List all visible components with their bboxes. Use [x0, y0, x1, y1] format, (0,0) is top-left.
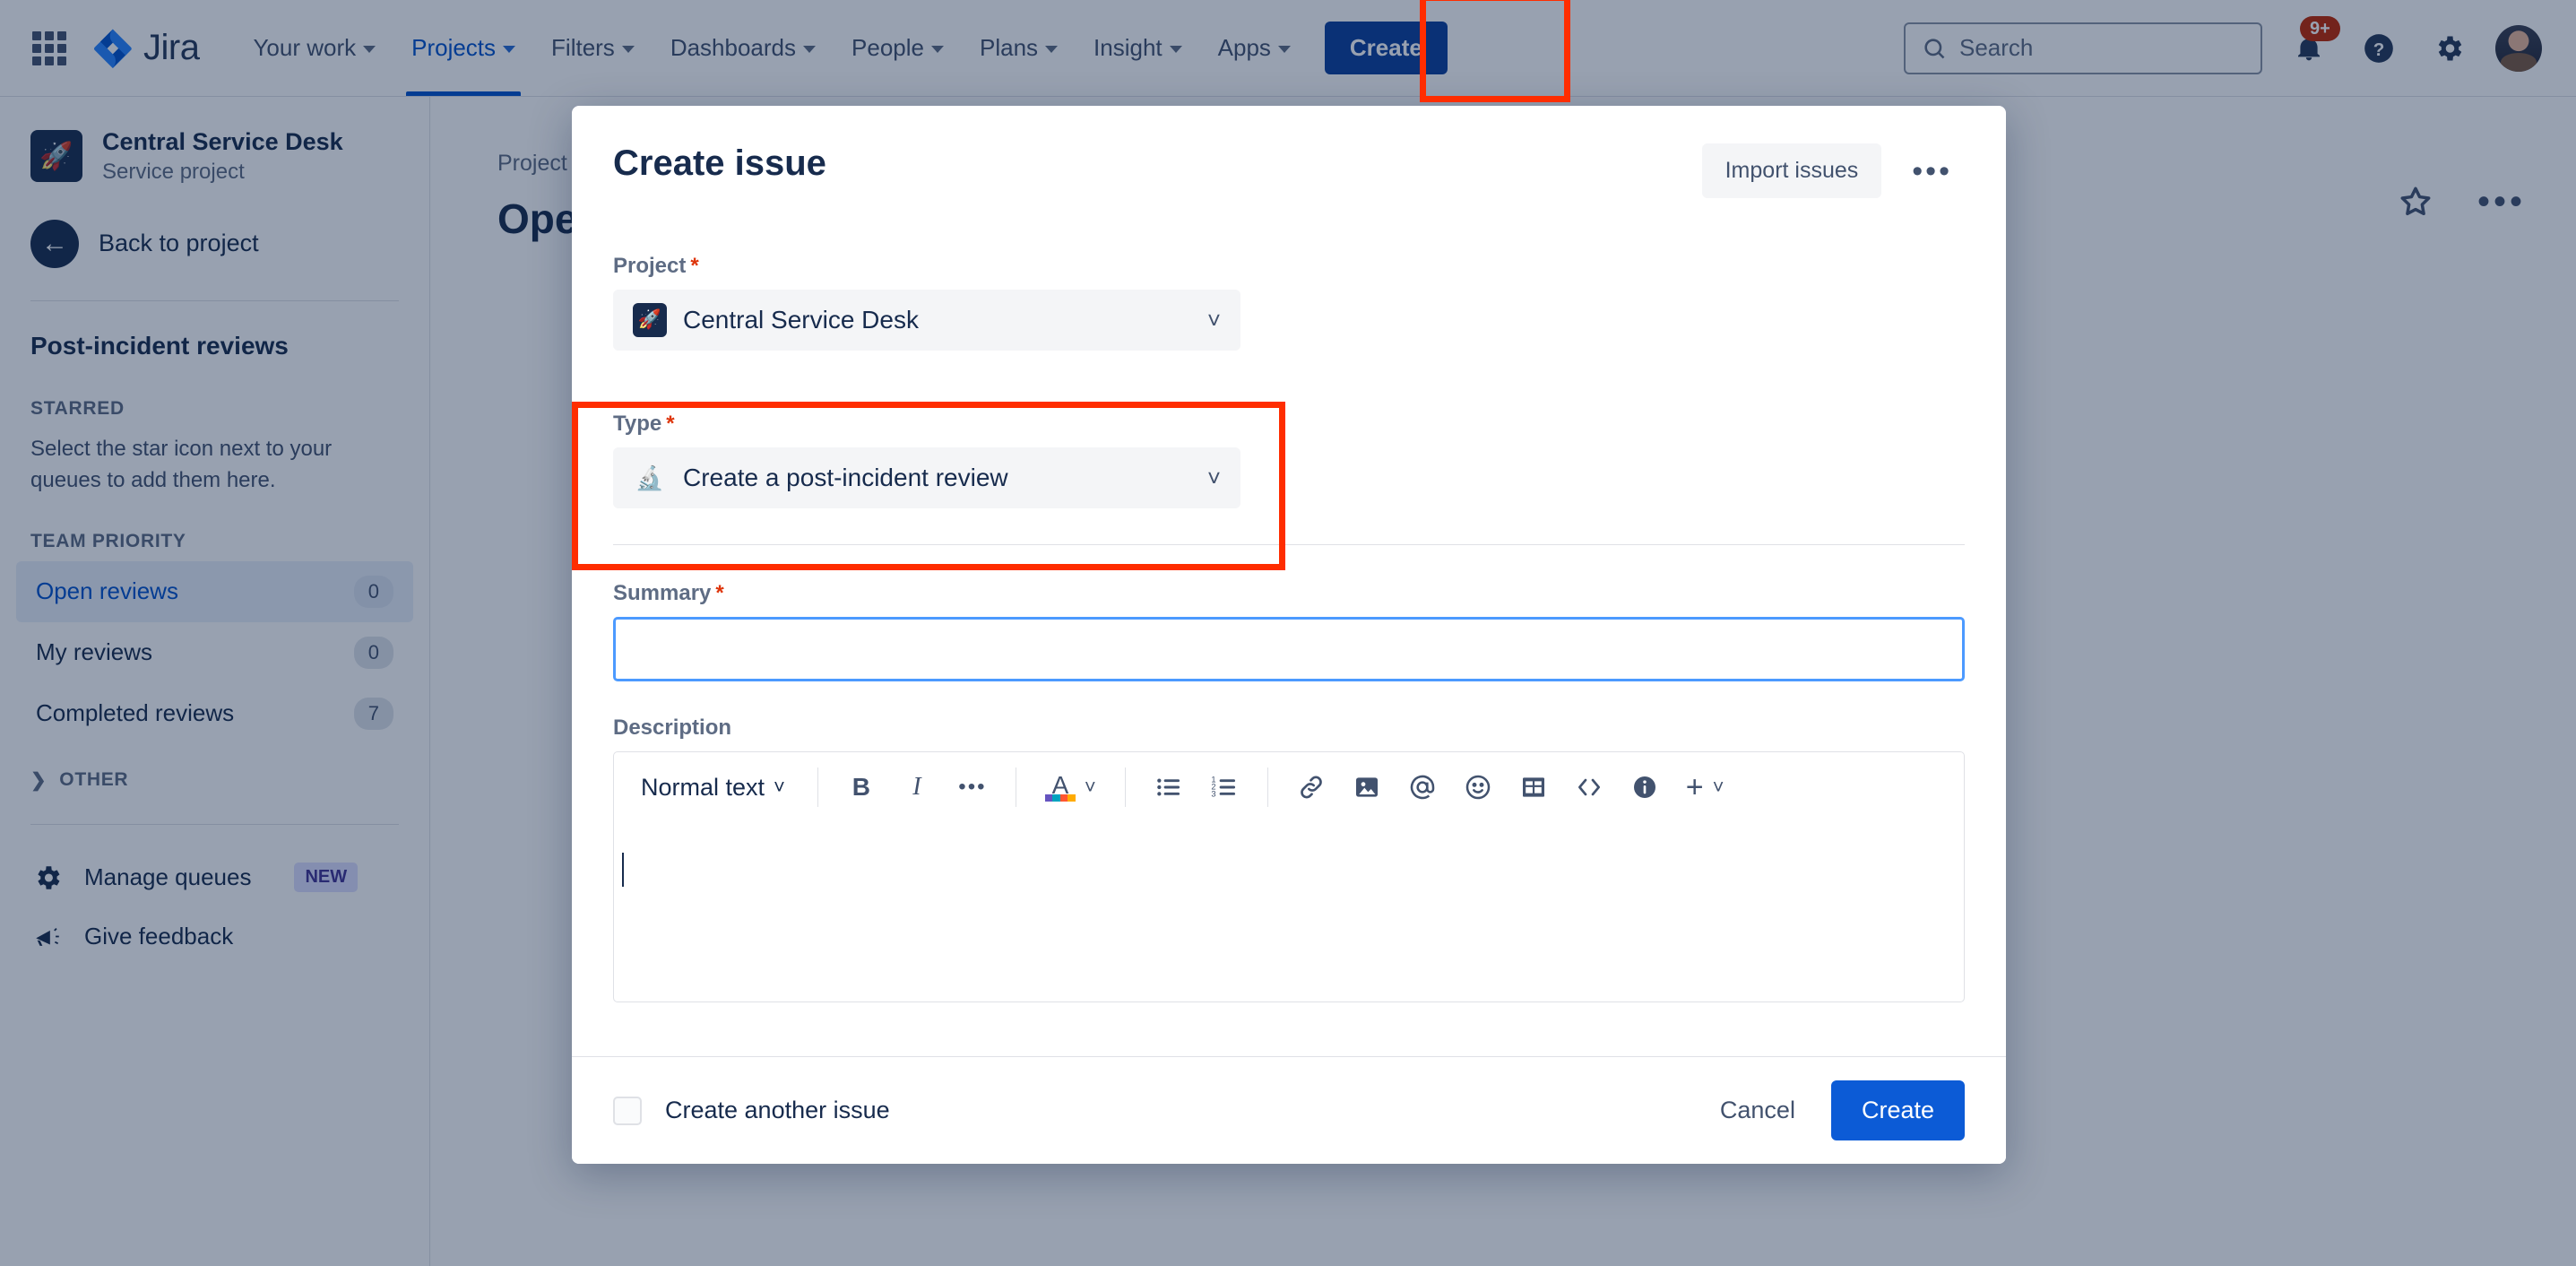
- text-style-dropdown[interactable]: Normal text ˅: [627, 762, 800, 812]
- info-panel-icon[interactable]: [1620, 762, 1670, 812]
- create-issue-dialog: Create issue Import issues ••• Project* …: [572, 106, 2006, 1164]
- toolbar-separator: [1125, 767, 1126, 807]
- italic-icon[interactable]: I: [892, 762, 942, 812]
- summary-field: Summary*: [613, 581, 1965, 681]
- type-field: Type* 🔬 Create a post-incident review ˅: [593, 388, 1965, 535]
- project-select[interactable]: 🚀 Central Service Desk ˅: [613, 290, 1240, 351]
- summary-field-label: Summary*: [613, 581, 1965, 606]
- chevron-down-icon: ˅: [1085, 776, 1096, 799]
- rocket-icon: 🚀: [633, 303, 667, 337]
- description-field: Description Normal text ˅ B I •••: [613, 715, 1965, 1002]
- issue-type-value: Create a post-incident review: [683, 464, 1008, 492]
- project-field-label: Project*: [613, 254, 1965, 279]
- dialog-header: Create issue Import issues •••: [572, 106, 2006, 209]
- more-options-icon[interactable]: •••: [1899, 152, 1965, 190]
- create-another-checkbox[interactable]: [613, 1097, 642, 1125]
- project-label-text: Project: [613, 254, 686, 278]
- code-icon[interactable]: [1564, 762, 1614, 812]
- issue-type-select[interactable]: 🔬 Create a post-incident review ˅: [613, 447, 1240, 508]
- mention-icon[interactable]: [1397, 762, 1448, 812]
- chevron-down-icon: ˅: [774, 776, 785, 799]
- link-icon[interactable]: [1286, 762, 1336, 812]
- create-another-label: Create another issue: [665, 1097, 890, 1124]
- numbered-list-icon[interactable]: 123: [1199, 762, 1249, 812]
- required-marker: *: [715, 581, 723, 605]
- project-select-value: Central Service Desk: [683, 306, 919, 334]
- project-field: Project* 🚀 Central Service Desk ˅: [613, 254, 1965, 351]
- more-formatting-icon[interactable]: •••: [947, 762, 998, 812]
- field-divider: [613, 544, 1965, 545]
- summary-label-text: Summary: [613, 581, 711, 605]
- svg-text:3: 3: [1211, 790, 1215, 799]
- text-style-label: Normal text: [641, 774, 765, 802]
- dialog-header-actions: Import issues •••: [1702, 143, 1965, 198]
- table-icon[interactable]: [1508, 762, 1559, 812]
- bold-icon[interactable]: B: [836, 762, 886, 812]
- dialog-body: Project* 🚀 Central Service Desk ˅ Type* …: [572, 209, 2006, 1056]
- dialog-footer: Create another issue Cancel Create: [572, 1056, 2006, 1164]
- description-field-label: Description: [613, 715, 1965, 741]
- bulleted-list-icon[interactable]: [1144, 762, 1194, 812]
- cancel-button[interactable]: Cancel: [1700, 1082, 1815, 1139]
- text-color-icon[interactable]: A ˅: [1034, 762, 1107, 812]
- import-issues-button[interactable]: Import issues: [1702, 143, 1882, 198]
- required-marker: *: [690, 254, 698, 278]
- chevron-down-icon: ˅: [1207, 464, 1221, 492]
- footer-actions: Cancel Create: [1700, 1080, 1965, 1140]
- toolbar-separator: [817, 767, 818, 807]
- description-editor-area[interactable]: [614, 822, 1964, 1002]
- image-icon[interactable]: [1342, 762, 1392, 812]
- editor-toolbar: Normal text ˅ B I ••• A: [614, 752, 1964, 822]
- rich-text-editor: Normal text ˅ B I ••• A: [613, 751, 1965, 1002]
- screen-root: Jira Your work Projects Filters Dashboar…: [0, 0, 2576, 1266]
- type-field-label: Type*: [613, 412, 1945, 437]
- submit-create-button[interactable]: Create: [1831, 1080, 1965, 1140]
- post-incident-review-icon: 🔬: [633, 461, 667, 495]
- required-marker: *: [666, 412, 674, 436]
- dialog-title: Create issue: [613, 143, 826, 184]
- summary-input[interactable]: [613, 617, 1965, 681]
- insert-more-icon[interactable]: + ˅: [1675, 762, 1735, 812]
- toolbar-separator: [1267, 767, 1268, 807]
- chevron-down-icon: ˅: [1207, 307, 1221, 334]
- type-label-text: Type: [613, 412, 661, 436]
- chevron-down-icon: ˅: [1713, 776, 1725, 799]
- emoji-icon[interactable]: [1453, 762, 1503, 812]
- text-cursor: [622, 853, 624, 887]
